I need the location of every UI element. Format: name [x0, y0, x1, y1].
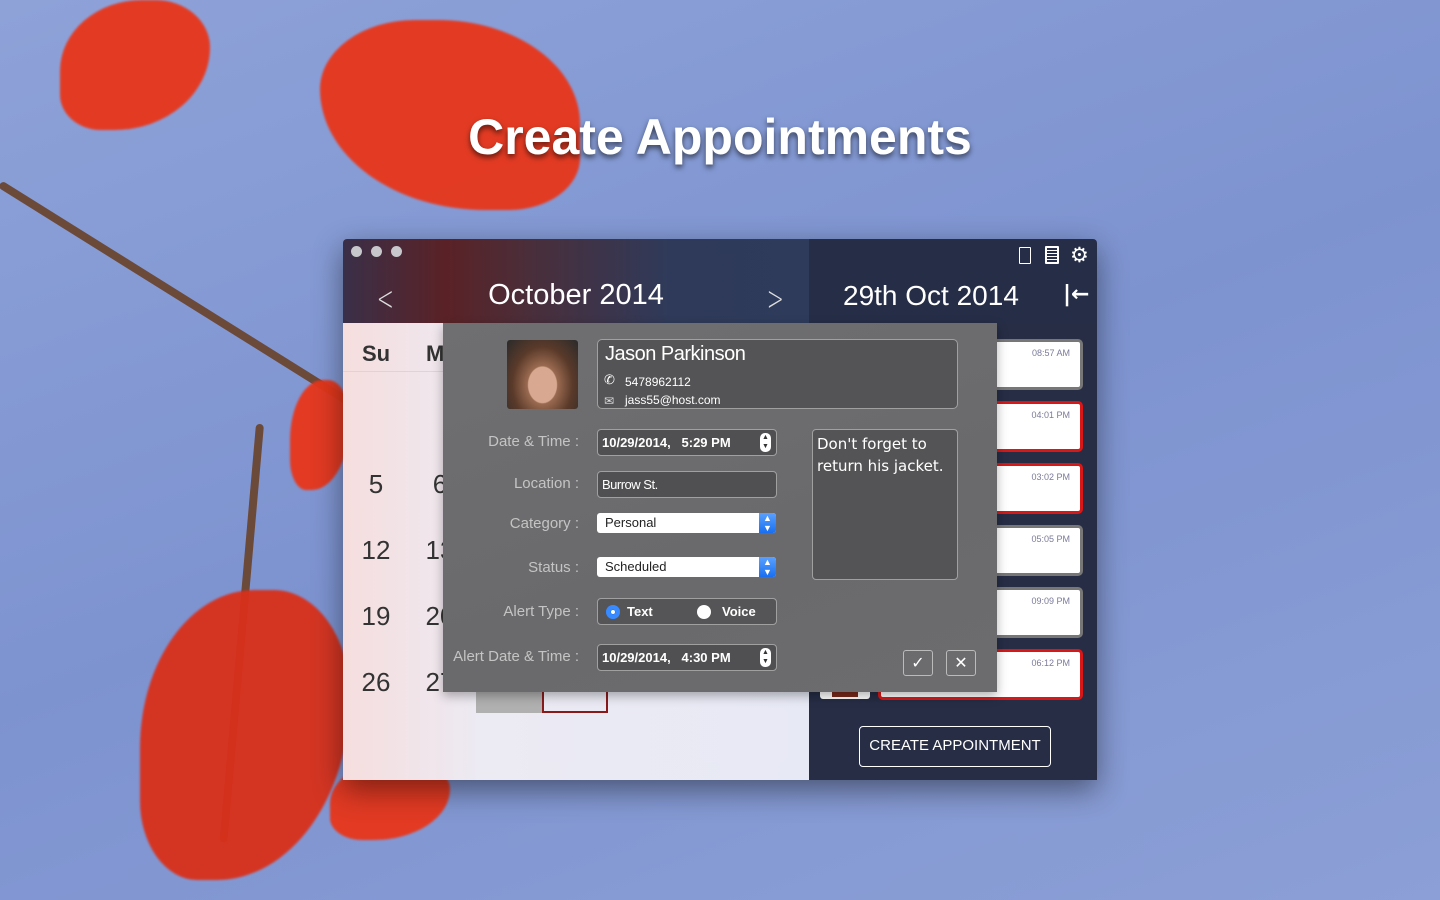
- radio-voice[interactable]: [697, 605, 711, 619]
- calendar-header: < October 2014 >: [343, 239, 809, 323]
- alert-date-time-label: Alert Date & Time :: [453, 648, 579, 665]
- confirm-check-button[interactable]: ✓: [903, 650, 933, 676]
- contact-avatar: [507, 340, 578, 409]
- day-cell[interactable]: 12: [346, 535, 406, 566]
- create-appointment-button[interactable]: CREATE APPOINTMENT: [859, 726, 1051, 767]
- notes-textarea[interactable]: Don't forget to return his jacket.: [812, 429, 958, 580]
- date-time-value: 10/29/2014, 5:29 PM: [602, 435, 731, 450]
- contact-name: Jason Parkinson: [605, 343, 746, 365]
- selected-date-title: 29th Oct 2014: [843, 280, 1019, 311]
- day-header: ⚙ 29th Oct 2014 |←: [809, 239, 1097, 323]
- radio-voice-label[interactable]: Voice: [722, 599, 756, 624]
- documents-list-icon[interactable]: [1045, 246, 1059, 264]
- appointment-time: 08:57 AM: [1031, 348, 1070, 358]
- radio-text-label[interactable]: Text: [627, 599, 653, 624]
- document-icon[interactable]: [1019, 247, 1031, 264]
- weekday-label: Su: [362, 341, 391, 366]
- contact-phone: 5478962112: [625, 375, 691, 389]
- location-label: Location :: [513, 475, 579, 492]
- date-time-stepper[interactable]: ▲ ▼: [760, 433, 771, 452]
- app-window: < October 2014 > ⚙ 29th Oct 2014 |← Su M…: [343, 239, 1097, 780]
- alert-date-time-stepper[interactable]: ▲ ▼: [760, 648, 771, 667]
- appointment-time: 05:05 PM: [1031, 534, 1070, 544]
- gear-icon[interactable]: ⚙: [1070, 243, 1089, 267]
- appointment-form: Jason Parkinson ✆ 5478962112 ✉ jass55@ho…: [443, 323, 997, 692]
- date-time-label: Date & Time :: [488, 433, 579, 450]
- category-select[interactable]: Personal ▲ ▼: [597, 513, 776, 533]
- alert-date-time-value: 10/29/2014, 4:30 PM: [602, 650, 731, 665]
- appointment-time: 03:02 PM: [1031, 472, 1070, 482]
- month-title: October 2014: [488, 279, 664, 311]
- day-cell[interactable]: 19: [346, 601, 406, 632]
- zoom-window-button[interactable]: [391, 246, 402, 257]
- status-label: Status :: [528, 559, 579, 576]
- next-month-icon[interactable]: >: [767, 279, 784, 319]
- collapse-panel-icon[interactable]: |←: [1063, 282, 1089, 307]
- cancel-close-button[interactable]: ✕: [946, 650, 976, 676]
- category-value: Personal: [605, 515, 657, 530]
- chevron-updown-icon: ▲ ▼: [759, 557, 776, 577]
- day-cell[interactable]: 26: [346, 667, 406, 698]
- contact-card[interactable]: Jason Parkinson ✆ 5478962112 ✉ jass55@ho…: [597, 339, 958, 409]
- weekday-label: M: [426, 341, 445, 366]
- day-cell[interactable]: 5: [346, 469, 406, 500]
- day-cell-today[interactable]: [476, 689, 542, 713]
- location-input[interactable]: Burrow St.: [597, 471, 777, 498]
- alert-type-label: Alert Type :: [503, 603, 579, 620]
- minimize-window-button[interactable]: [371, 246, 382, 257]
- chevron-updown-icon: ▲ ▼: [759, 513, 776, 533]
- appointment-time: 06:12 PM: [1031, 658, 1070, 668]
- appointment-time: 09:09 PM: [1031, 596, 1070, 606]
- alert-date-time-field[interactable]: 10/29/2014, 4:30 PM ▲ ▼: [597, 644, 777, 671]
- phone-icon: ✆: [604, 373, 615, 388]
- radio-text[interactable]: [606, 605, 620, 619]
- email-icon: ✉: [604, 394, 615, 408]
- status-value: Scheduled: [605, 559, 667, 574]
- alert-type-group: Text Voice: [597, 598, 777, 625]
- status-select[interactable]: Scheduled ▲ ▼: [597, 557, 776, 577]
- day-cell-selected[interactable]: [542, 689, 608, 713]
- date-time-field[interactable]: 10/29/2014, 5:29 PM ▲ ▼: [597, 429, 777, 456]
- page-title: Create Appointments: [468, 109, 972, 165]
- category-label: Category :: [509, 515, 579, 532]
- contact-email: jass55@host.com: [625, 393, 721, 407]
- appointment-time: 04:01 PM: [1031, 410, 1070, 420]
- close-window-button[interactable]: [351, 246, 362, 257]
